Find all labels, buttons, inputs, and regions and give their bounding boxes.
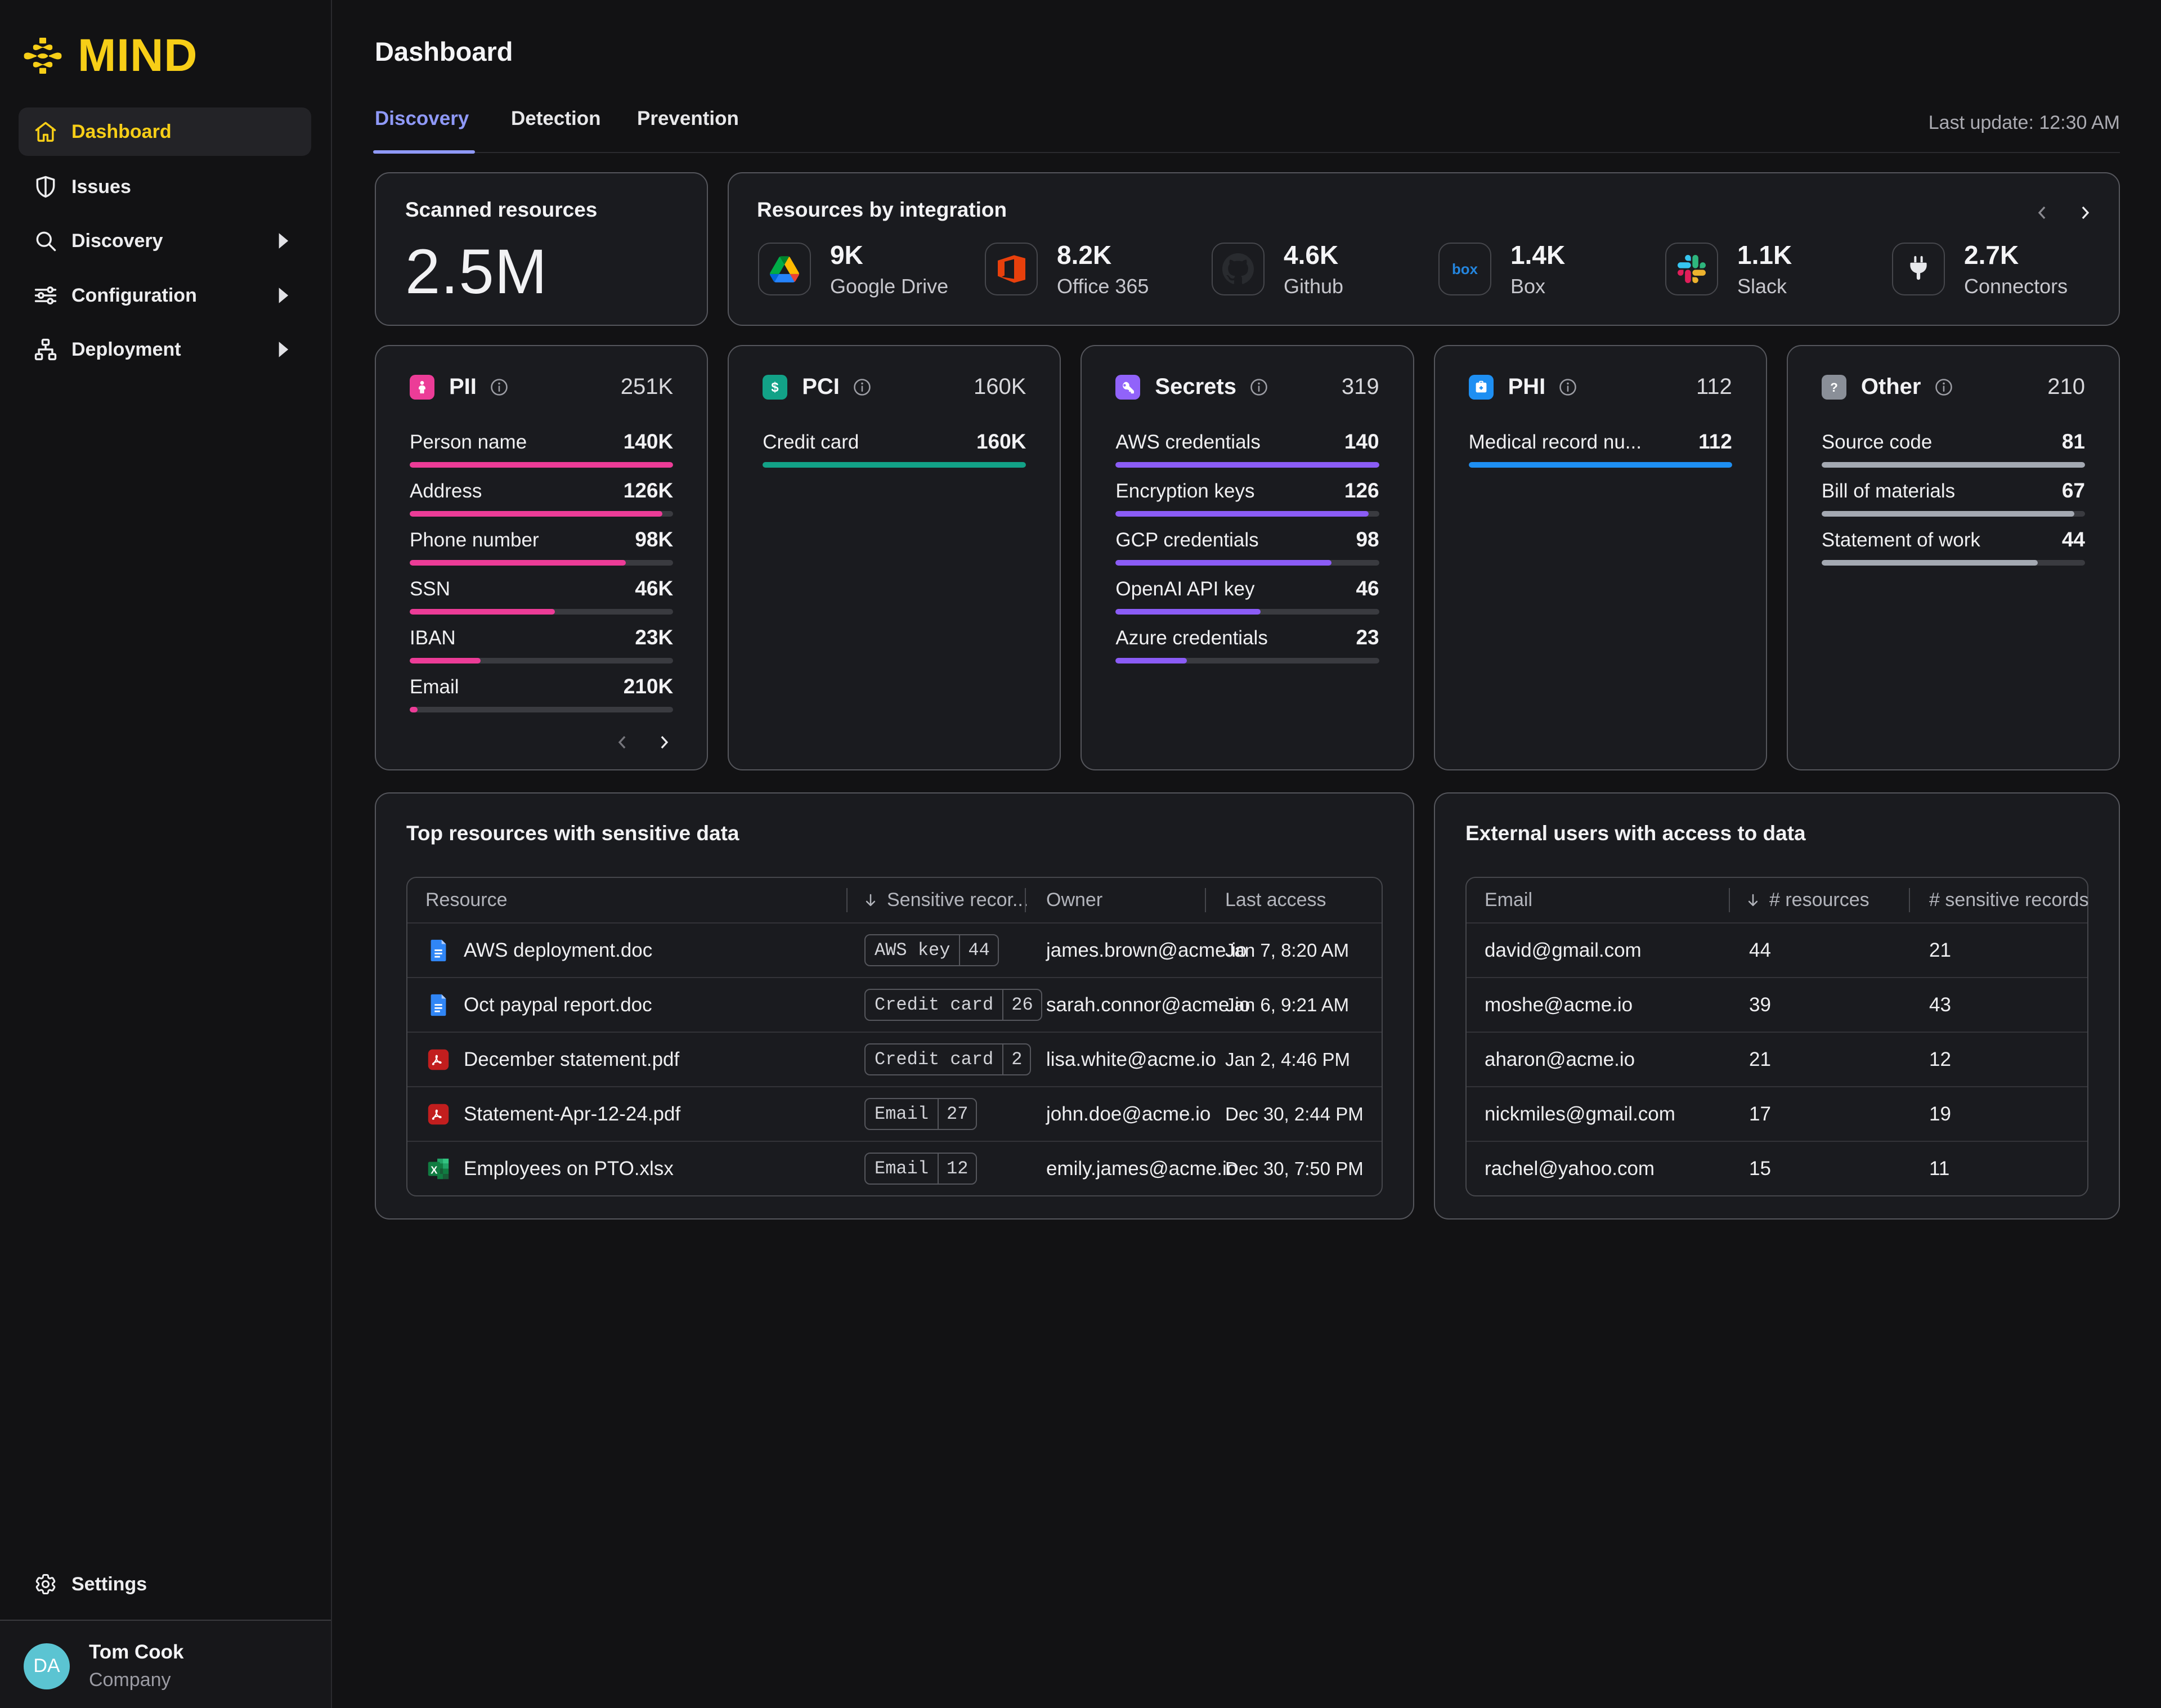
svg-text:$: $: [772, 380, 779, 395]
svg-text:X: X: [431, 1164, 437, 1176]
svg-text:box: box: [1452, 262, 1478, 277]
svg-text:?: ?: [1830, 380, 1838, 395]
